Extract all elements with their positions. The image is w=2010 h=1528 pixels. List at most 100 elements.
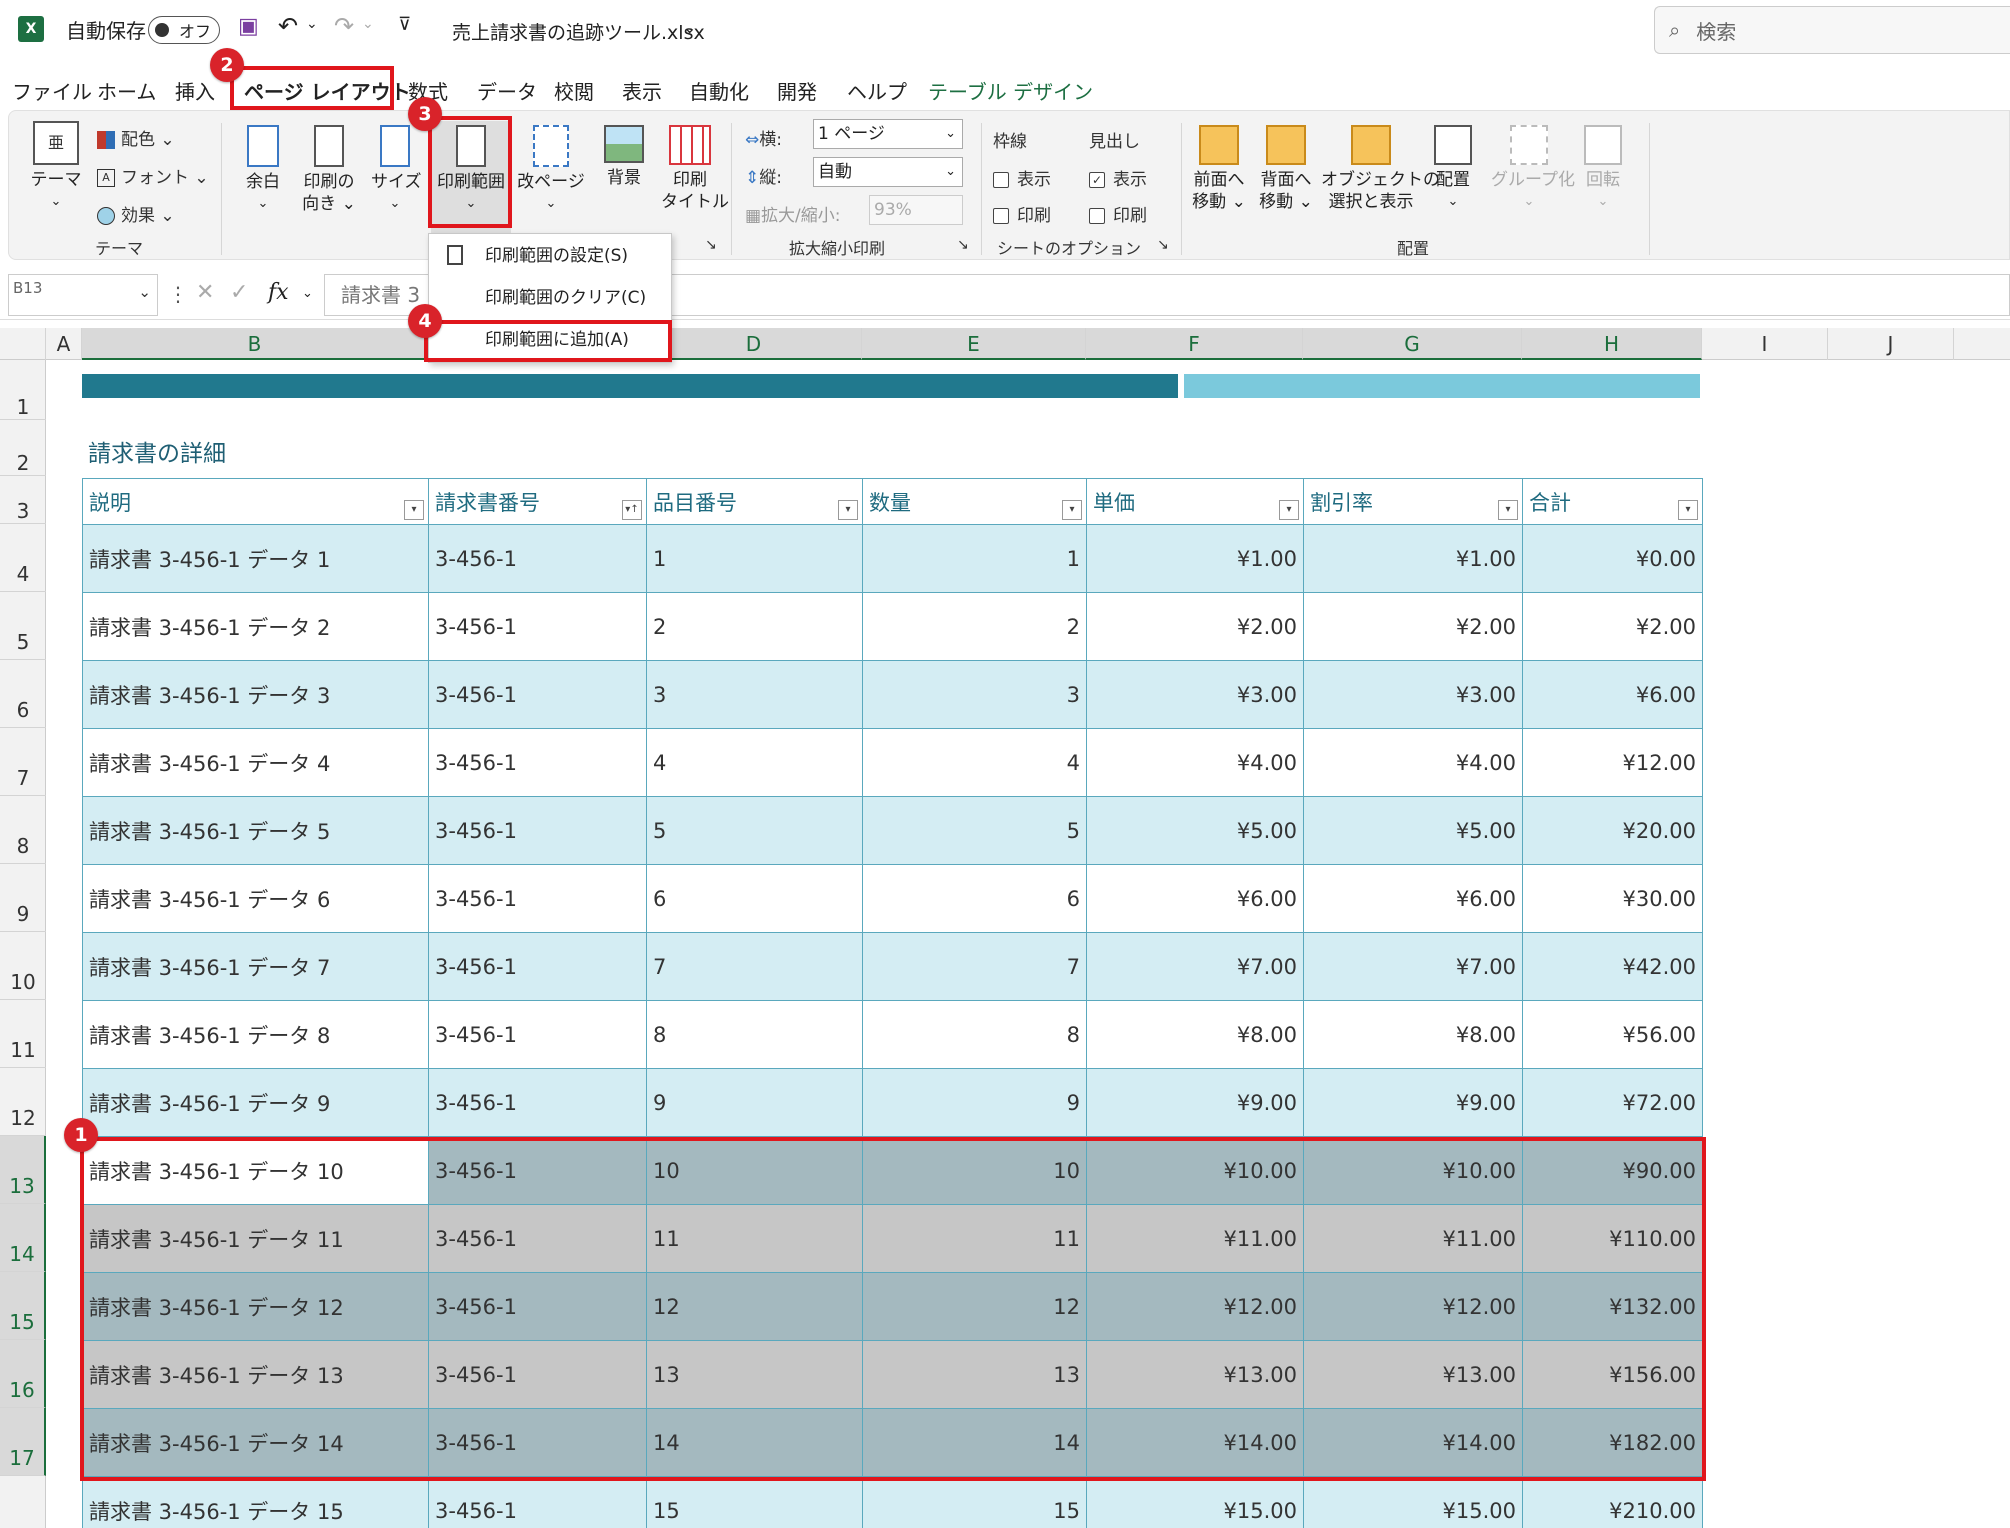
- table-cell[interactable]: ¥1.00: [1086, 524, 1304, 593]
- column-header-j[interactable]: J: [1828, 328, 1954, 360]
- column-header-d[interactable]: D: [646, 328, 862, 360]
- send-backward-button[interactable]: 背面へ 移動 ⌄: [1255, 125, 1317, 213]
- selection-pane-button[interactable]: オブジェクトの 選択と表示: [1321, 125, 1440, 213]
- orientation-button[interactable]: 印刷の 向き ⌄: [299, 125, 359, 215]
- more-options-icon[interactable]: ⋮: [168, 282, 188, 306]
- table-header-cell[interactable]: 割引率 ▾: [1303, 478, 1523, 525]
- table-cell[interactable]: ¥42.00: [1522, 932, 1703, 1001]
- table-header-cell[interactable]: 請求書番号 ▾↑: [428, 478, 647, 525]
- tab-insert[interactable]: 挿入: [175, 76, 215, 105]
- table-cell[interactable]: ¥1.00: [1303, 524, 1523, 593]
- row-header-5[interactable]: 5: [0, 592, 46, 660]
- table-cell[interactable]: ¥8.00: [1086, 1000, 1304, 1069]
- row-header-11[interactable]: 11: [0, 1000, 46, 1068]
- table-cell[interactable]: 3-456-1: [428, 524, 647, 593]
- height-select[interactable]: 自動 ⌄: [813, 157, 963, 187]
- table-cell[interactable]: 5: [646, 796, 863, 865]
- row-header-2[interactable]: 2: [0, 420, 46, 476]
- row-header-8[interactable]: 8: [0, 796, 46, 864]
- table-cell[interactable]: 4: [646, 728, 863, 797]
- table-header-cell[interactable]: 数量 ▾: [862, 478, 1087, 525]
- table-cell[interactable]: ¥30.00: [1522, 864, 1703, 933]
- table-cell[interactable]: ¥3.00: [1303, 660, 1523, 729]
- table-cell[interactable]: ¥7.00: [1086, 932, 1304, 1001]
- tab-home[interactable]: ホーム: [97, 76, 156, 105]
- table-cell[interactable]: 3-456-1: [428, 660, 647, 729]
- background-button[interactable]: 背景: [597, 125, 651, 189]
- filter-dropdown-icon[interactable]: ▾: [1498, 500, 1518, 520]
- row-header-17[interactable]: 17: [0, 1408, 46, 1476]
- page-setup-launcher-icon[interactable]: ↘: [705, 237, 717, 253]
- table-cell[interactable]: ¥5.00: [1086, 796, 1304, 865]
- row-header-14[interactable]: 14: [0, 1204, 46, 1272]
- table-cell[interactable]: ¥9.00: [1086, 1068, 1304, 1137]
- column-header-i[interactable]: I: [1702, 328, 1828, 360]
- column-header-f[interactable]: F: [1086, 328, 1303, 360]
- print-titles-button[interactable]: 印刷 タイトル: [661, 125, 729, 213]
- name-box[interactable]: B13 ⌄: [8, 274, 158, 316]
- table-cell[interactable]: ¥6.00: [1522, 660, 1703, 729]
- table-cell[interactable]: ¥6.00: [1086, 864, 1304, 933]
- themes-button[interactable]: 亜 テーマ ⌄: [29, 121, 83, 213]
- headings-print-checkbox[interactable]: 印刷: [1089, 201, 1147, 226]
- table-cell[interactable]: 3-456-1: [428, 1068, 647, 1137]
- table-cell[interactable]: 7: [862, 932, 1087, 1001]
- table-cell[interactable]: 15: [646, 1476, 863, 1528]
- tab-help[interactable]: ヘルプ: [847, 76, 907, 105]
- table-cell[interactable]: ¥6.00: [1303, 864, 1523, 933]
- table-cell[interactable]: ¥210.00: [1522, 1476, 1703, 1528]
- gridlines-view-checkbox[interactable]: 表示: [993, 165, 1051, 190]
- table-cell[interactable]: ¥9.00: [1303, 1068, 1523, 1137]
- tab-file[interactable]: ファイル: [12, 76, 92, 105]
- table-cell[interactable]: 9: [862, 1068, 1087, 1137]
- table-cell[interactable]: 9: [646, 1068, 863, 1137]
- column-header-b[interactable]: B: [82, 328, 428, 360]
- column-header-h[interactable]: H: [1522, 328, 1702, 360]
- table-cell[interactable]: ¥56.00: [1522, 1000, 1703, 1069]
- rotate-button[interactable]: 回転 ⌄: [1579, 125, 1627, 213]
- bring-forward-button[interactable]: 前面へ 移動 ⌄: [1189, 125, 1249, 213]
- row-header-12[interactable]: 12: [0, 1068, 46, 1136]
- undo-dropdown-icon[interactable]: ⌄: [306, 16, 318, 32]
- tab-review[interactable]: 校閲: [554, 76, 594, 105]
- margins-button[interactable]: 余白 ⌄: [239, 125, 287, 215]
- table-cell[interactable]: ¥4.00: [1303, 728, 1523, 797]
- select-all-corner[interactable]: [0, 328, 46, 360]
- table-cell[interactable]: 請求書 3-456-1 データ 2: [82, 592, 429, 661]
- table-cell[interactable]: 3: [646, 660, 863, 729]
- table-header-cell[interactable]: 合計 ▾: [1522, 478, 1703, 525]
- table-cell[interactable]: ¥7.00: [1303, 932, 1523, 1001]
- table-cell[interactable]: 8: [646, 1000, 863, 1069]
- sheet-options-launcher-icon[interactable]: ↘: [1157, 237, 1169, 253]
- insert-function-icon[interactable]: fx: [268, 280, 289, 305]
- table-cell[interactable]: 請求書 3-456-1 データ 3: [82, 660, 429, 729]
- customize-toolbar-icon[interactable]: ⊽: [398, 14, 411, 35]
- row-header-1[interactable]: 1: [0, 360, 46, 420]
- row-header-6[interactable]: 6: [0, 660, 46, 728]
- table-cell[interactable]: 請求書 3-456-1 データ 1: [82, 524, 429, 593]
- autosave-toggle[interactable]: オフ: [148, 16, 220, 44]
- size-button[interactable]: サイズ ⌄: [371, 125, 422, 215]
- filename-dropdown-icon[interactable]: ⌄: [683, 18, 696, 37]
- filter-dropdown-icon[interactable]: ▾: [1678, 500, 1698, 520]
- name-box-dropdown-icon[interactable]: ⌄: [138, 283, 151, 301]
- row-header-10[interactable]: 10: [0, 932, 46, 1000]
- fonts-button[interactable]: A フォント ⌄: [97, 163, 209, 188]
- column-header-e[interactable]: E: [862, 328, 1086, 360]
- align-button[interactable]: 配置 ⌄: [1429, 125, 1477, 213]
- table-cell[interactable]: 15: [862, 1476, 1087, 1528]
- width-select[interactable]: 1 ページ ⌄: [813, 119, 963, 149]
- filter-dropdown-icon[interactable]: ▾↑: [622, 500, 642, 520]
- tab-data[interactable]: データ: [477, 76, 537, 105]
- tab-table-design[interactable]: テーブル デザイン: [928, 76, 1093, 105]
- gridlines-print-checkbox[interactable]: 印刷: [993, 201, 1051, 226]
- search-box[interactable]: ⌕ 検索: [1654, 6, 2010, 54]
- table-cell[interactable]: 3-456-1: [428, 932, 647, 1001]
- table-cell[interactable]: 請求書 3-456-1 データ 8: [82, 1000, 429, 1069]
- table-cell[interactable]: ¥12.00: [1522, 728, 1703, 797]
- fx-dropdown-icon[interactable]: ⌄: [302, 286, 313, 301]
- table-cell[interactable]: ¥15.00: [1086, 1476, 1304, 1528]
- table-cell[interactable]: 2: [862, 592, 1087, 661]
- table-cell[interactable]: 5: [862, 796, 1087, 865]
- tab-view[interactable]: 表示: [622, 76, 662, 105]
